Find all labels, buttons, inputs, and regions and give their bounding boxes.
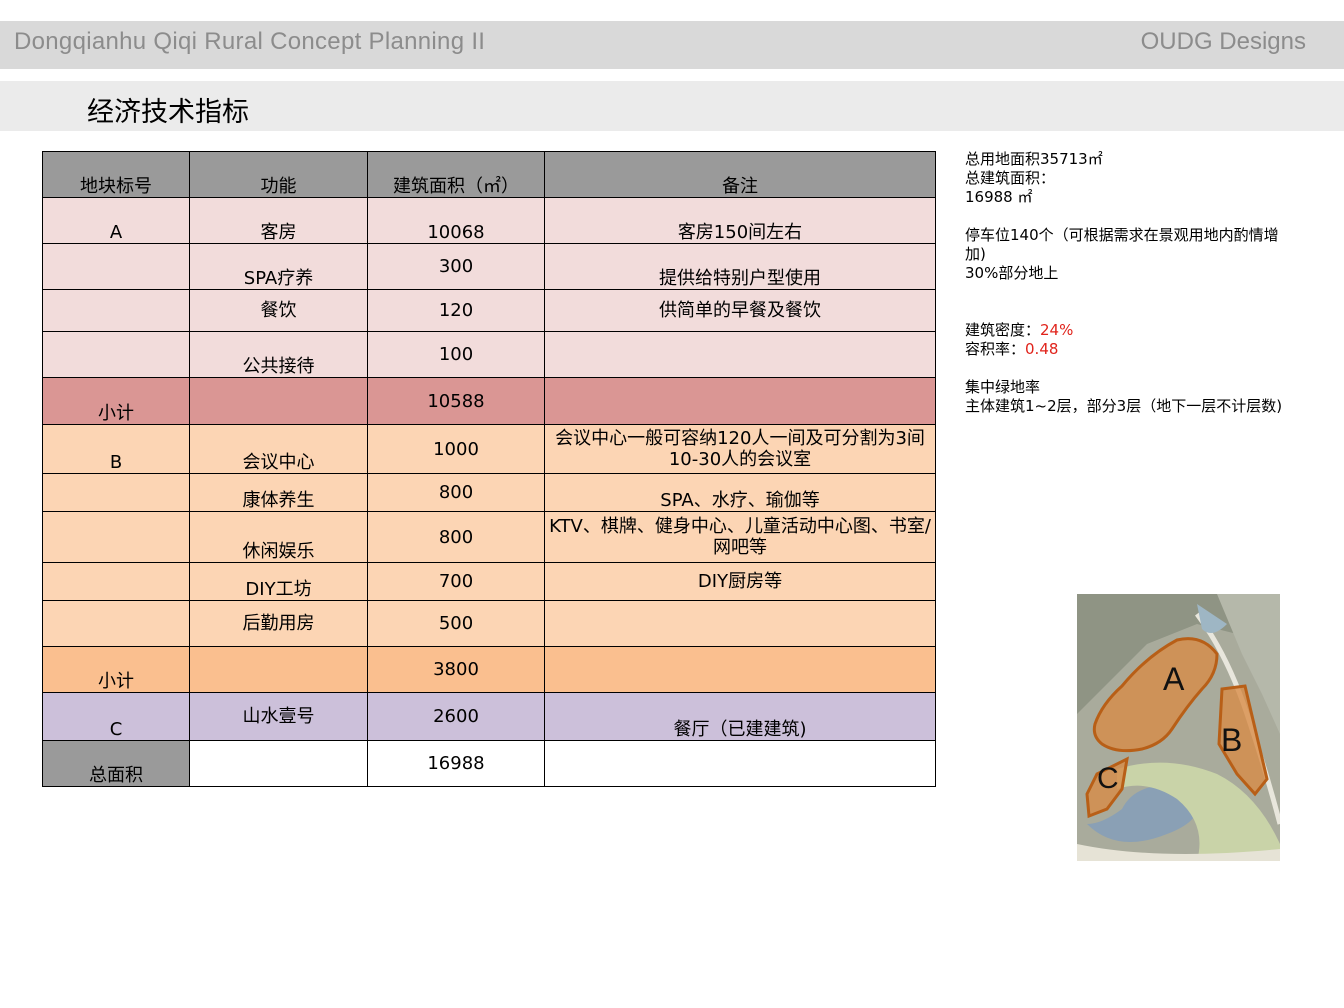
density-line: 建筑密度：24% bbox=[965, 321, 1295, 340]
cell-function: DIY工坊 bbox=[189, 562, 368, 601]
brand-name: OUDG Designs bbox=[1140, 28, 1306, 55]
cell-area: 16988 bbox=[367, 740, 545, 787]
density-value: 24% bbox=[1040, 321, 1074, 339]
cell-plot: C bbox=[42, 692, 190, 741]
cell-area: 300 bbox=[367, 243, 545, 290]
map-label-c: C bbox=[1097, 762, 1119, 795]
cell-area: 1000 bbox=[367, 424, 545, 474]
site-plan-map: A B C bbox=[1077, 594, 1280, 861]
table-row: DIY工坊 700 DIY厨房等 bbox=[42, 562, 936, 601]
cell-function: 后勤用房 bbox=[189, 600, 368, 647]
cell-note: 会议中心一般可容纳120人一间及可分割为3间10-30人的会议室 bbox=[544, 424, 936, 474]
cell-area: 100 bbox=[367, 331, 545, 378]
cell-area: 800 bbox=[367, 473, 545, 512]
cell-plot bbox=[42, 289, 190, 332]
total-land-area: 总用地面积35713㎡ bbox=[965, 150, 1103, 168]
floors-text: 主体建筑1~2层，部分3层（地下一层不计层数) bbox=[965, 397, 1283, 415]
cell-plot bbox=[42, 600, 190, 647]
map-label-a: A bbox=[1163, 661, 1185, 697]
cell-note bbox=[544, 331, 936, 378]
cell-area: 800 bbox=[367, 511, 545, 563]
table-row-subtotal: 小计 3800 bbox=[42, 646, 936, 693]
cell-area: 120 bbox=[367, 289, 545, 332]
table-row: 公共接待 100 bbox=[42, 331, 936, 378]
cell-area: 10588 bbox=[367, 377, 545, 425]
cell-function: 休闲娱乐 bbox=[189, 511, 368, 563]
cell-note bbox=[544, 377, 936, 425]
table-row-total: 总面积 16988 bbox=[42, 740, 936, 787]
title-bar: 经济技术指标 bbox=[0, 81, 1344, 131]
cell-plot bbox=[42, 562, 190, 601]
total-building-area-value: 16988 ㎡ bbox=[965, 188, 1033, 206]
parking-info: 停车位140个（可根据需求在景观用地内酌情增加) 30%部分地上 bbox=[965, 226, 1295, 283]
table-header-row: 地块标号 功能 建筑面积（㎡） 备注 bbox=[42, 151, 936, 198]
cell-function bbox=[189, 377, 368, 425]
table-row: 休闲娱乐 800 KTV、棋牌、健身中心、儿童活动中心图、书室/网吧等 bbox=[42, 511, 936, 563]
header-function: 功能 bbox=[189, 151, 368, 198]
green-rate-label: 集中绿地率 bbox=[965, 378, 1041, 396]
cell-note: 供简单的早餐及餐饮 bbox=[544, 289, 936, 332]
cell-plot bbox=[42, 473, 190, 512]
parking-ground-text: 30%部分地上 bbox=[965, 264, 1059, 282]
table-row: B 会议中心 1000 会议中心一般可容纳120人一间及可分割为3间10-30人… bbox=[42, 424, 936, 474]
cell-plot: B bbox=[42, 424, 190, 474]
cell-plot: 小计 bbox=[42, 646, 190, 693]
far-value: 0.48 bbox=[1025, 340, 1059, 358]
header-plot: 地块标号 bbox=[42, 151, 190, 198]
cell-function: 山水壹号 bbox=[189, 692, 368, 741]
indicator-table: 地块标号 功能 建筑面积（㎡） 备注 A 客房 10068 客房150间左右 S… bbox=[42, 151, 936, 787]
cell-function: 公共接待 bbox=[189, 331, 368, 378]
map-label-b: B bbox=[1221, 722, 1242, 758]
cell-plot: 小计 bbox=[42, 377, 190, 425]
cell-area: 700 bbox=[367, 562, 545, 601]
top-banner: Dongqianhu Qiqi Rural Concept Planning I… bbox=[0, 21, 1344, 69]
cell-note: 餐厅（已建建筑) bbox=[544, 692, 936, 741]
cell-function: SPA疗养 bbox=[189, 243, 368, 290]
table-row: 后勤用房 500 bbox=[42, 600, 936, 647]
cell-note: 客房150间左右 bbox=[544, 197, 936, 244]
cell-function: 康体养生 bbox=[189, 473, 368, 512]
far-label: 容积率： bbox=[965, 340, 1026, 358]
cell-note bbox=[544, 646, 936, 693]
info-panel: 总用地面积35713㎡ 总建筑面积： 16988 ㎡ 停车位140个（可根据需求… bbox=[965, 150, 1295, 435]
cell-function: 会议中心 bbox=[189, 424, 368, 474]
table-row-subtotal: 小计 10588 bbox=[42, 377, 936, 425]
cell-plot bbox=[42, 243, 190, 290]
project-title: Dongqianhu Qiqi Rural Concept Planning I… bbox=[14, 28, 486, 55]
far-line: 容积率：0.48 bbox=[965, 340, 1295, 359]
header-note: 备注 bbox=[544, 151, 936, 198]
table-row: A 客房 10068 客房150间左右 bbox=[42, 197, 936, 244]
cell-area: 10068 bbox=[367, 197, 545, 244]
cell-plot bbox=[42, 511, 190, 563]
total-building-area-label: 总建筑面积： bbox=[965, 169, 1056, 187]
cell-function bbox=[189, 646, 368, 693]
table-row: 康体养生 800 SPA、水疗、瑜伽等 bbox=[42, 473, 936, 512]
cell-area: 500 bbox=[367, 600, 545, 647]
cell-note bbox=[544, 600, 936, 647]
table-row: 餐饮 120 供简单的早餐及餐饮 bbox=[42, 289, 936, 332]
table-row: SPA疗养 300 提供给特别户型使用 bbox=[42, 243, 936, 290]
density-info: 建筑密度：24% 容积率：0.48 bbox=[965, 321, 1295, 359]
area-summary: 总用地面积35713㎡ 总建筑面积： 16988 ㎡ bbox=[965, 150, 1295, 207]
cell-plot: A bbox=[42, 197, 190, 244]
green-info: 集中绿地率 主体建筑1~2层，部分3层（地下一层不计层数) bbox=[965, 378, 1295, 416]
table-row: C 山水壹号 2600 餐厅（已建建筑) bbox=[42, 692, 936, 741]
cell-note: SPA、水疗、瑜伽等 bbox=[544, 473, 936, 512]
cell-function: 客房 bbox=[189, 197, 368, 244]
density-label: 建筑密度： bbox=[965, 321, 1041, 339]
cell-note: DIY厨房等 bbox=[544, 562, 936, 601]
cell-note bbox=[544, 740, 936, 787]
cell-function bbox=[189, 740, 368, 787]
header-area: 建筑面积（㎡） bbox=[367, 151, 545, 198]
cell-area: 3800 bbox=[367, 646, 545, 693]
parking-text: 停车位140个（可根据需求在景观用地内酌情增加) bbox=[965, 226, 1279, 263]
cell-plot: 总面积 bbox=[42, 740, 190, 787]
cell-function: 餐饮 bbox=[189, 289, 368, 332]
cell-note: KTV、棋牌、健身中心、儿童活动中心图、书室/网吧等 bbox=[544, 511, 936, 563]
cell-plot bbox=[42, 331, 190, 378]
cell-area: 2600 bbox=[367, 692, 545, 741]
cell-note: 提供给特别户型使用 bbox=[544, 243, 936, 290]
page-title: 经济技术指标 bbox=[87, 97, 249, 128]
